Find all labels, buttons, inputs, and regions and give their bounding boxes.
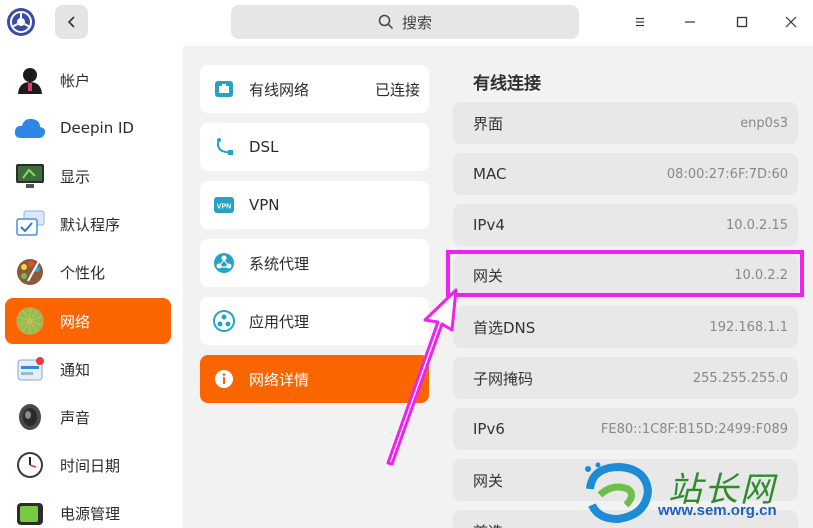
detail-row-preferred-dns: 首选DNS 192.168.1.1 (453, 306, 798, 348)
detail-row-mac: MAC 08:00:27:6F:7D:60 (453, 153, 798, 195)
sidebar-item-personalization[interactable]: 个性化 (5, 249, 171, 295)
sidebar-item-notification[interactable]: 通知 (5, 346, 171, 392)
sidebar-item-label: 声音 (60, 408, 91, 427)
connection-status: 已连接 (374, 80, 420, 99)
menu-item-label: 网络详情 (249, 370, 310, 389)
detail-value: 192.168.1.1 (709, 319, 788, 335)
watermark: 站长网 www.sem.org.cn (580, 457, 813, 528)
account-icon (13, 63, 47, 97)
detail-row-ipv6: IPv6 FE80::1C8F:B15D:2499:F089 (453, 408, 798, 450)
control-center-logo-icon (6, 7, 36, 37)
menu-item-wired-network[interactable]: 有线网络 已连接 (200, 65, 429, 113)
cloud-icon (13, 111, 47, 145)
detail-value: 08:00:27:6F:7D:60 (666, 166, 788, 182)
wired-network-icon (213, 78, 235, 100)
sidebar-item-display[interactable]: 显示 (5, 153, 171, 199)
notification-icon (13, 352, 47, 386)
app-proxy-icon (213, 310, 235, 332)
sidebar-item-account[interactable]: 帐户 (5, 57, 171, 103)
menu-item-label: 系统代理 (249, 254, 310, 273)
menu-item-system-proxy[interactable]: 系统代理 (200, 239, 429, 287)
detail-key: 子网掩码 (473, 369, 534, 388)
detail-value: enp0s3 (740, 115, 788, 131)
detail-row-subnet-mask: 子网掩码 255.255.255.0 (453, 357, 798, 399)
sidebar-item-label: 帐户 (60, 71, 91, 90)
network-menu-panel: 有线网络 已连接 DSL VPN VPN 系统代理 应用代理 网络详情 (183, 46, 445, 528)
sidebar-item-deepin-id[interactable]: Deepin ID (5, 105, 171, 151)
display-icon (13, 159, 47, 193)
sidebar-item-power[interactable]: 电源管理 (5, 490, 171, 528)
sidebar-item-label: 通知 (60, 360, 91, 379)
watermark-url: www.sem.org.cn (658, 502, 777, 519)
menu-item-label: VPN (249, 196, 280, 214)
search-input[interactable]: 搜索 (231, 5, 579, 39)
battery-icon (13, 496, 47, 528)
sidebar-item-sound[interactable]: 声音 (5, 394, 171, 440)
menu-item-label: 有线网络 (249, 80, 310, 99)
details-title: 有线连接 (473, 74, 541, 94)
menu-item-dsl[interactable]: DSL (200, 123, 429, 171)
sidebar-item-datetime[interactable]: 时间日期 (5, 442, 171, 488)
sidebar-item-default-apps[interactable]: 默认程序 (5, 201, 171, 247)
dsl-icon (213, 136, 235, 158)
sidebar-item-network[interactable]: 网络 (5, 298, 171, 344)
detail-key: MAC (473, 165, 507, 183)
default-apps-icon (13, 207, 47, 241)
detail-key: 网关 (473, 471, 504, 490)
menu-item-label: 应用代理 (249, 312, 310, 331)
personalization-icon (13, 255, 47, 289)
search-placeholder: 搜索 (401, 13, 432, 32)
system-proxy-icon (213, 252, 235, 274)
hamburger-menu-icon (636, 17, 644, 27)
close-button[interactable] (776, 8, 806, 36)
detail-key: 界面 (473, 114, 504, 133)
maximize-button[interactable] (727, 8, 757, 36)
annotation-highlight-box (446, 250, 804, 297)
detail-key: IPv6 (473, 420, 505, 438)
detail-key: 首选DNS (473, 318, 536, 337)
sidebar-item-label: Deepin ID (60, 119, 134, 137)
detail-value: 255.255.255.0 (692, 370, 788, 386)
back-button[interactable] (55, 5, 88, 39)
sidebar: 帐户 Deepin ID 显示 默认程序 个性化 网络 通知 声音 时间日期 电… (0, 46, 183, 528)
minimize-button[interactable] (675, 8, 705, 36)
title-bar: 搜索 (0, 0, 813, 46)
watermark-logo-icon (585, 462, 653, 524)
detail-row-ipv4: IPv4 10.0.2.15 (453, 204, 798, 246)
vpn-icon: VPN (213, 194, 235, 216)
detail-key: IPv4 (473, 216, 505, 234)
chevron-left-icon (67, 16, 75, 28)
detail-value: 10.0.2.15 (725, 217, 788, 233)
maximize-icon (736, 16, 748, 28)
detail-row-interface: 界面 enp0s3 (453, 102, 798, 144)
menu-button[interactable] (625, 8, 655, 36)
sidebar-item-label: 默认程序 (60, 215, 121, 234)
menu-item-network-details[interactable]: 网络详情 (200, 355, 429, 403)
close-icon (785, 16, 797, 28)
minimize-icon (685, 21, 695, 23)
sidebar-item-label: 电源管理 (60, 504, 121, 523)
network-icon (13, 304, 47, 338)
sidebar-item-label: 网络 (60, 312, 91, 331)
sidebar-item-label: 时间日期 (60, 456, 121, 475)
detail-key: 首选 (473, 521, 503, 528)
sidebar-item-label: 显示 (60, 167, 91, 186)
sound-icon (13, 400, 47, 434)
clock-icon (13, 448, 47, 482)
menu-item-app-proxy[interactable]: 应用代理 (200, 297, 429, 345)
search-icon (378, 14, 394, 30)
detail-value: FE80::1C8F:B15D:2499:F089 (600, 421, 788, 437)
info-icon (213, 368, 235, 390)
sidebar-item-label: 个性化 (60, 263, 106, 282)
menu-item-label: DSL (249, 138, 279, 156)
svg-text:VPN: VPN (217, 204, 231, 211)
menu-item-vpn[interactable]: VPN VPN (200, 181, 429, 229)
